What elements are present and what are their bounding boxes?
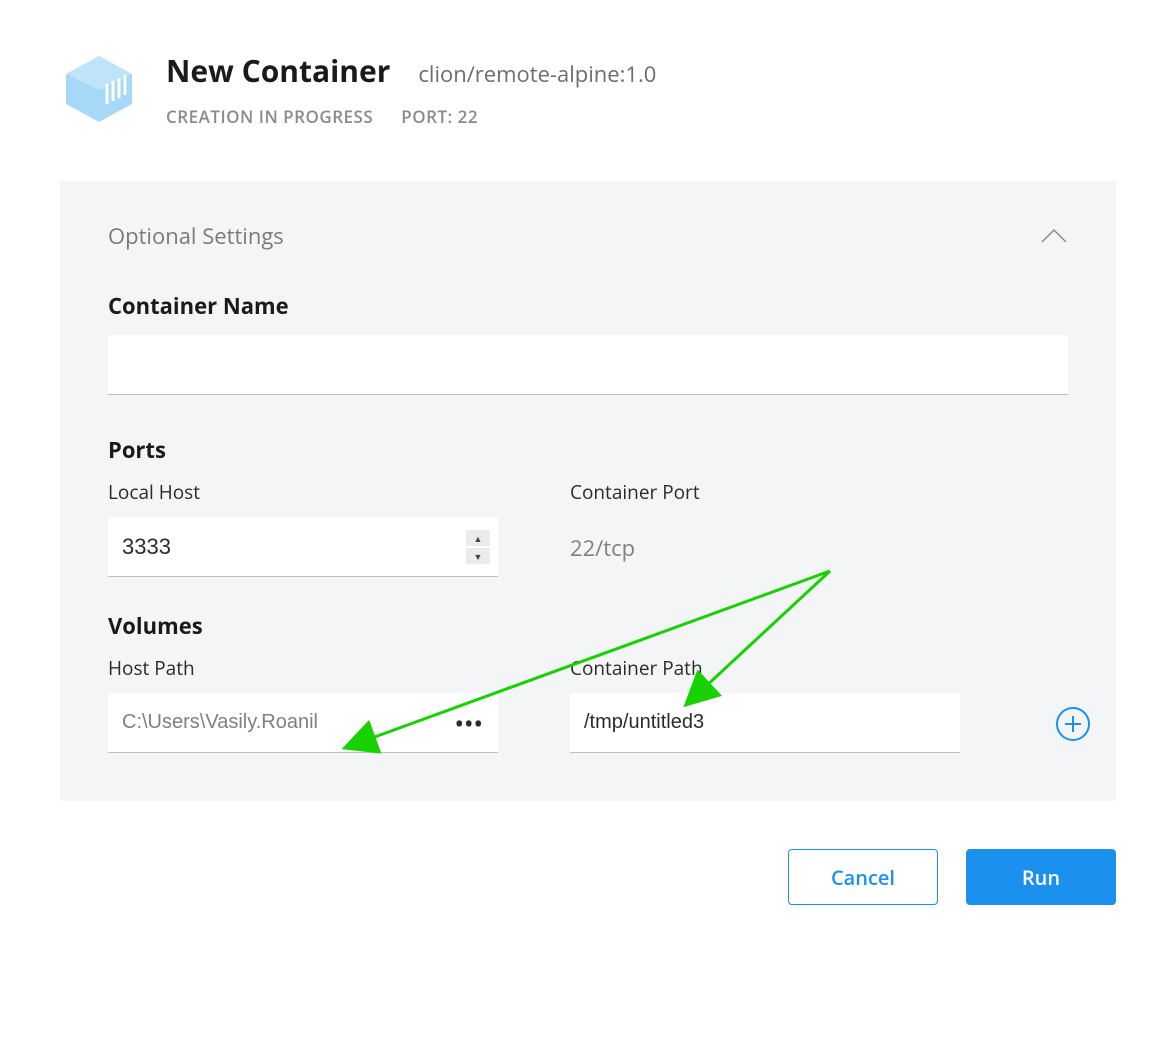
ports-label: Ports xyxy=(108,435,1068,465)
browse-host-path-button[interactable]: ••• xyxy=(455,710,484,737)
container-name-label: Container Name xyxy=(108,291,1068,321)
local-host-port-input[interactable] xyxy=(108,517,498,577)
dialog-title: New Container xyxy=(166,50,390,91)
run-button[interactable]: Run xyxy=(966,849,1116,905)
cancel-button[interactable]: Cancel xyxy=(788,849,938,905)
dialog-header: New Container clion/remote-alpine:1.0 CR… xyxy=(60,50,1116,133)
port-status: PORT: 22 xyxy=(401,105,478,128)
port-step-up-icon[interactable]: ▲ xyxy=(466,530,490,546)
image-tag: clion/remote-alpine:1.0 xyxy=(418,59,656,89)
container-path-input[interactable] xyxy=(570,693,960,753)
add-volume-button[interactable] xyxy=(1056,707,1090,741)
container-path-label: Container Path xyxy=(570,655,960,681)
port-step-down-icon[interactable]: ▼ xyxy=(466,548,490,564)
plus-icon xyxy=(1064,715,1082,733)
collapse-chevron-icon[interactable] xyxy=(1040,222,1068,250)
container-port-value: 22/tcp xyxy=(570,517,1068,579)
host-path-label: Host Path xyxy=(108,655,498,681)
creation-status: CREATION IN PROGRESS xyxy=(166,105,373,128)
volumes-label: Volumes xyxy=(108,611,1068,641)
host-path-input[interactable] xyxy=(108,693,498,753)
container-cube-icon xyxy=(60,50,138,133)
local-host-label: Local Host xyxy=(108,479,498,505)
optional-settings-title: Optional Settings xyxy=(108,221,284,251)
container-name-input[interactable] xyxy=(108,335,1068,395)
header-text: New Container clion/remote-alpine:1.0 CR… xyxy=(166,50,1116,128)
dialog-footer: Cancel Run xyxy=(60,849,1116,905)
optional-settings-panel: Optional Settings Container Name Ports L… xyxy=(60,181,1116,801)
container-port-label: Container Port xyxy=(570,479,1068,505)
